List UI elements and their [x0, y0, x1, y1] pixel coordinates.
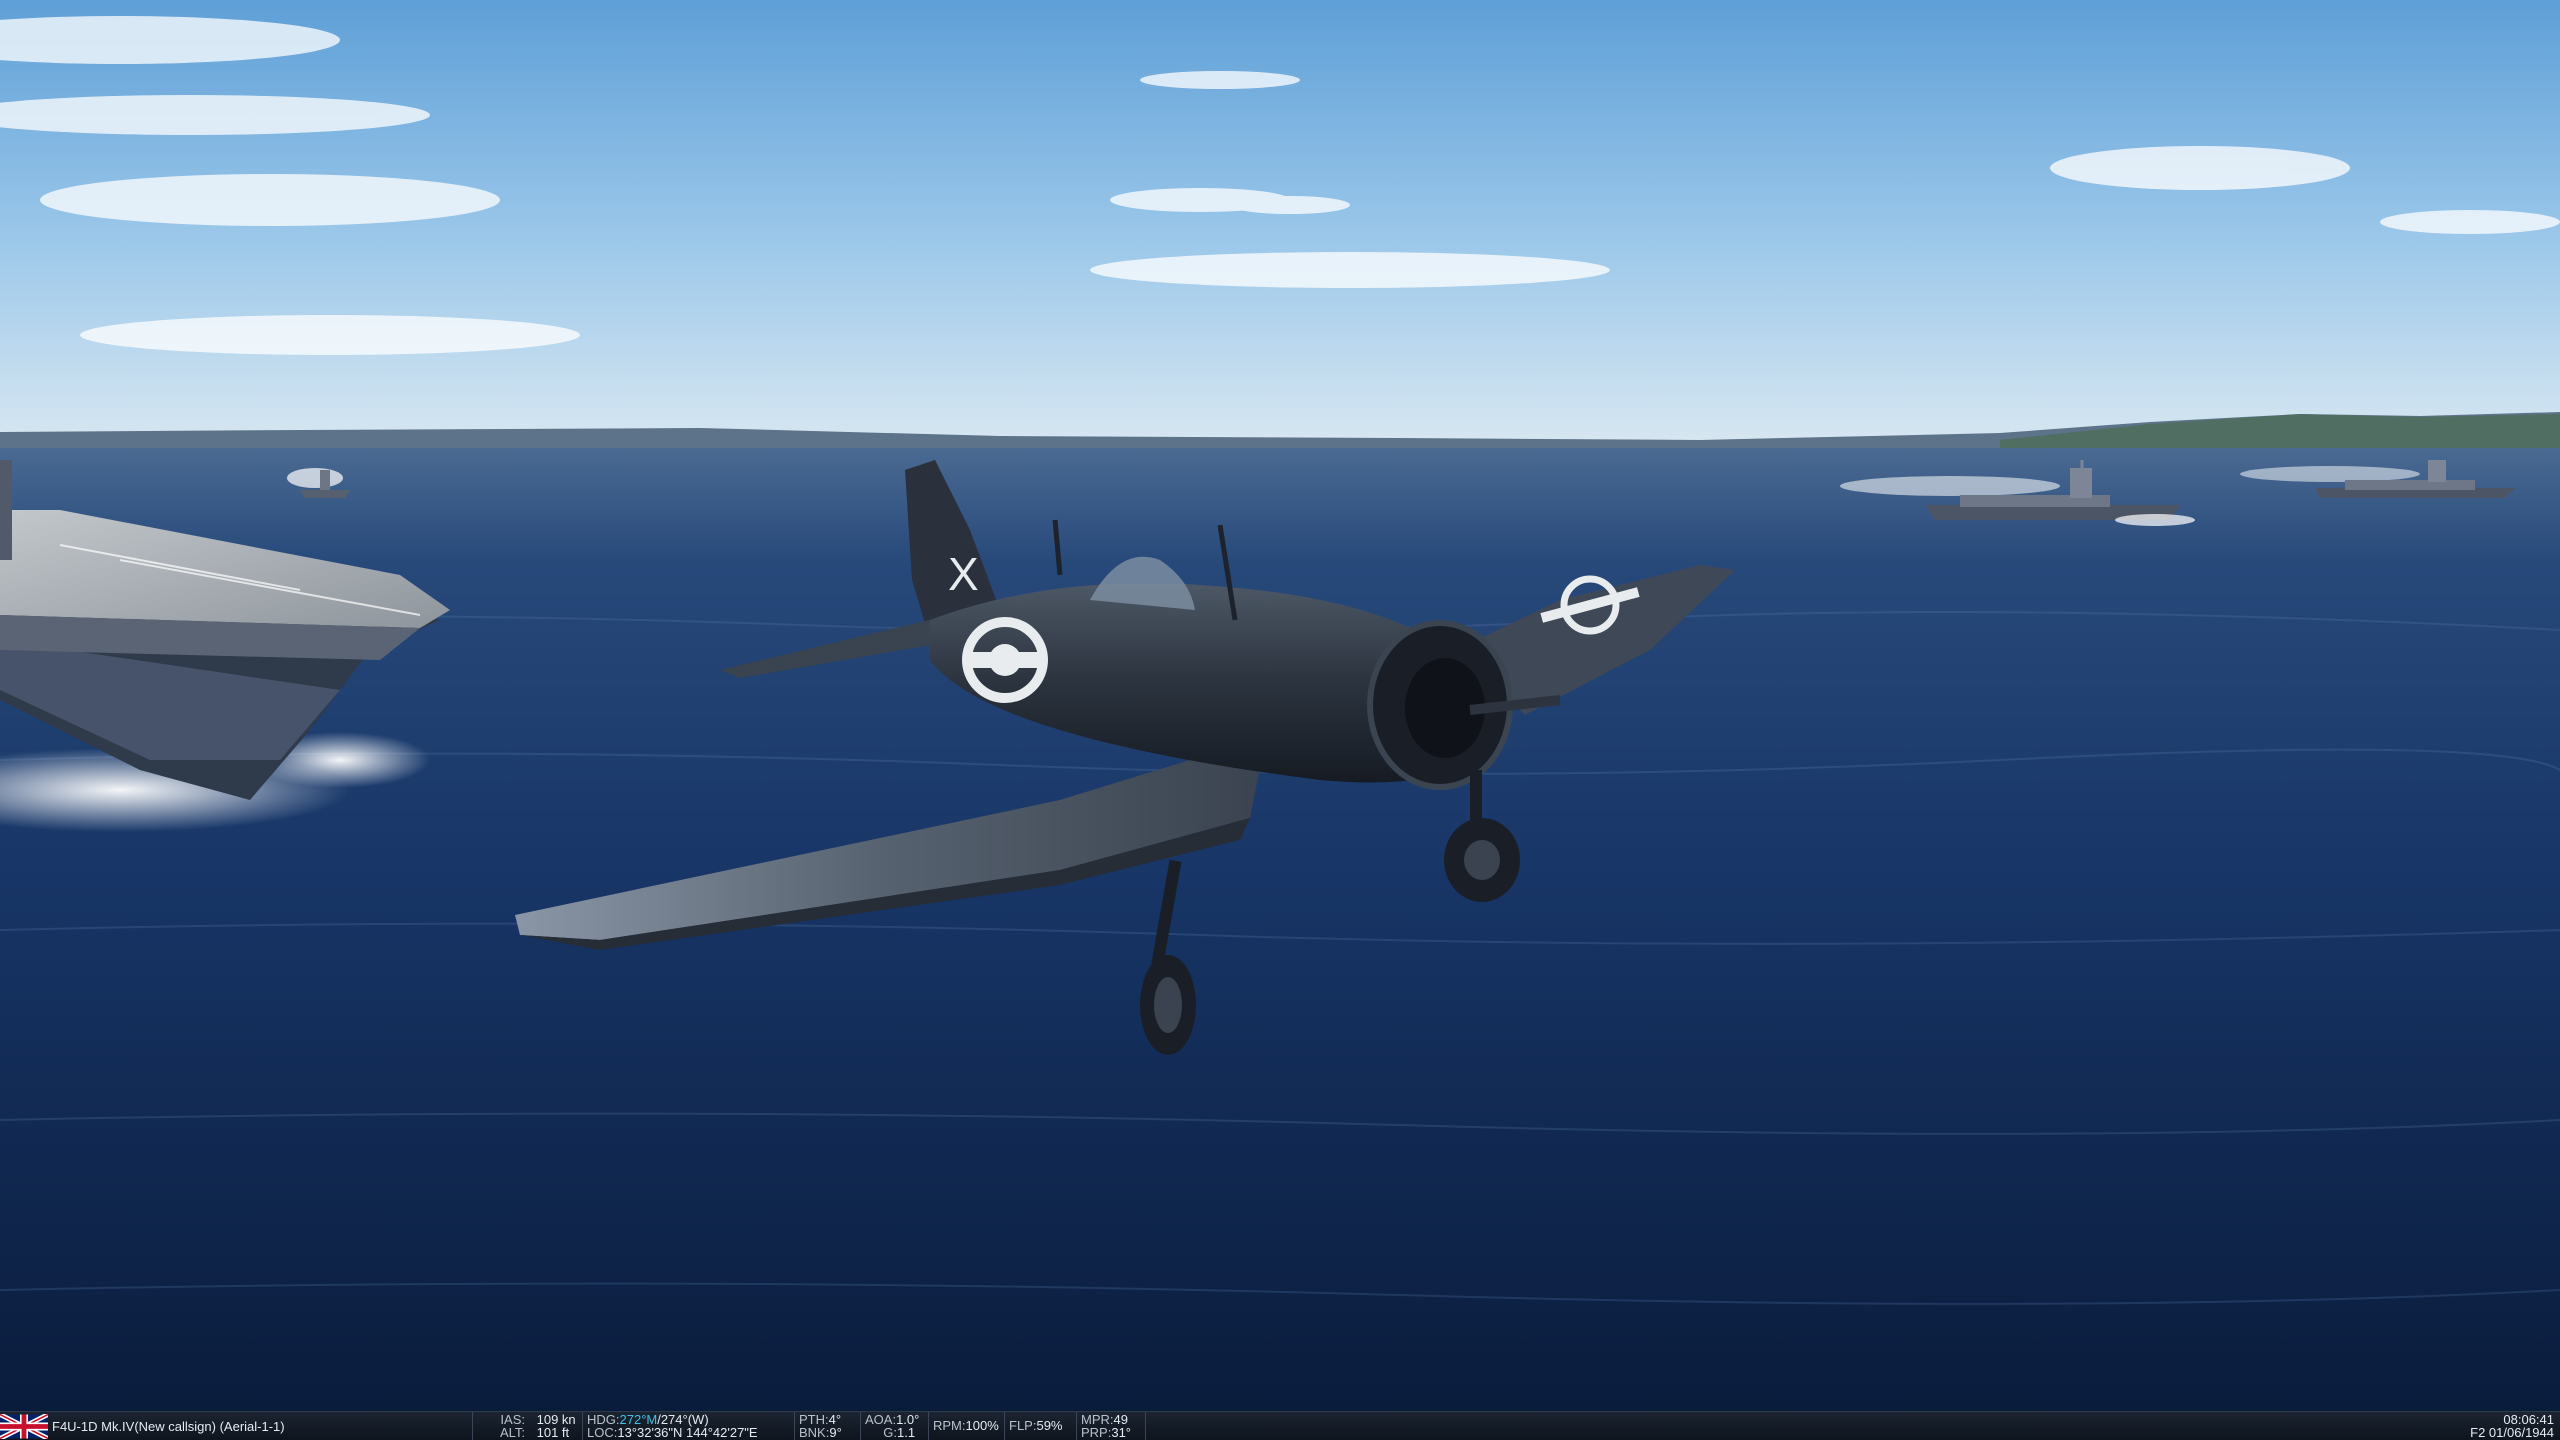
alt-label: ALT:: [499, 1425, 525, 1440]
rpm-value: 100%: [965, 1418, 999, 1433]
rpm-label: RPM:: [933, 1418, 966, 1433]
status-bar: F4U-1D Mk.IV(New callsign) (Aerial-1-1) …: [0, 1411, 2560, 1440]
heading-location-cell: HDG:272°M/274°(W) LOC:13°32'36"N 144°42'…: [582, 1412, 794, 1440]
flp-value: 59%: [1036, 1418, 1063, 1433]
aoa-g-cell: AOA:1.0° G:1.1: [860, 1412, 928, 1440]
rpm-cell: RPM:100%: [928, 1412, 1004, 1440]
aircraft-name: F4U-1D Mk.IV(New callsign) (Aerial-1-1): [52, 1419, 285, 1434]
prp-label: PRP:: [1081, 1425, 1112, 1440]
pitch-bank-cell: PTH:4° BNK:9°: [794, 1412, 860, 1440]
g-value: 1.1: [897, 1425, 916, 1440]
g-label: G:: [883, 1425, 897, 1440]
prp-value: 31°: [1111, 1425, 1132, 1440]
tail-letter: X: [948, 548, 979, 600]
union-jack-icon: [0, 1414, 48, 1439]
mission-date: F2 01/06/1944: [2470, 1425, 2554, 1440]
bnk-label: BNK:: [799, 1425, 830, 1440]
alt-value: 101 ft: [536, 1425, 570, 1440]
loc-value: 13°32'36"N 144°42'27"E: [617, 1425, 758, 1440]
flaps-cell: FLP:59%: [1004, 1412, 1076, 1440]
game-viewport[interactable]: X F4U-1D Mk.IV(New callsign) (Aerial-1-1: [0, 0, 2560, 1440]
manifold-prop-cell: MPR:49 PRP:31°: [1076, 1412, 1146, 1440]
loc-label: LOC:: [587, 1425, 618, 1440]
clock-cell: 08:06:41 F2 01/06/1944: [2434, 1412, 2554, 1440]
bnk-value: 9°: [829, 1425, 842, 1440]
speed-altitude-cell: IAS: 109 kn ALT: 101 ft: [472, 1412, 582, 1440]
flp-label: FLP:: [1009, 1418, 1037, 1433]
game-scene: X: [0, 0, 2560, 1411]
